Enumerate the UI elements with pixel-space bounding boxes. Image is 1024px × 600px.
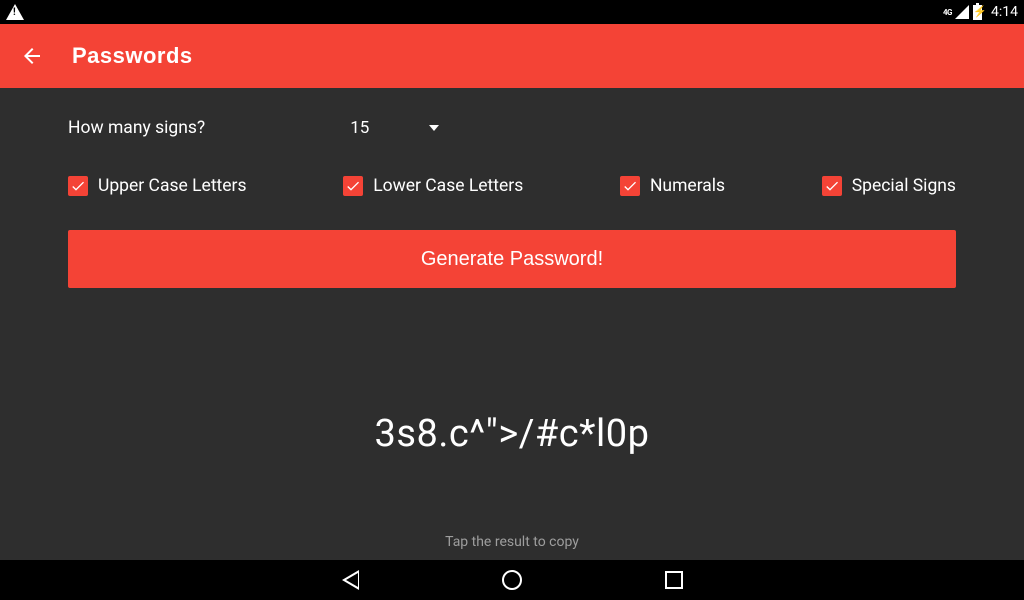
check-icon (343, 176, 363, 196)
checkbox-label: Upper Case Letters (98, 176, 247, 196)
clock: 4:14 (991, 4, 1018, 20)
checkbox-numerals[interactable]: Numerals (620, 176, 725, 196)
chevron-down-icon (429, 125, 439, 131)
nav-recent-button[interactable] (663, 569, 685, 591)
checkbox-upper[interactable]: Upper Case Letters (68, 176, 247, 196)
checkbox-special[interactable]: Special Signs (822, 176, 956, 196)
nav-back-button[interactable] (339, 569, 361, 591)
generate-button[interactable]: Generate Password! (68, 230, 956, 288)
copy-hint: Tap the result to copy (0, 534, 1024, 550)
nav-home-button[interactable] (501, 569, 523, 591)
status-bar: 4G 4:14 (0, 0, 1024, 24)
warning-icon (6, 4, 24, 20)
network-type: 4G (943, 8, 952, 17)
signs-select[interactable]: 15 (350, 118, 439, 138)
nav-bar (0, 560, 1024, 600)
content: How many signs? 15 Upper Case Letters Lo… (0, 88, 1024, 560)
signs-row: How many signs? 15 (68, 118, 956, 138)
back-button[interactable] (20, 44, 44, 68)
status-right: 4G 4:14 (943, 4, 1018, 20)
signal-icon (955, 5, 969, 19)
app-bar: Passwords (0, 24, 1024, 88)
options-row: Upper Case Letters Lower Case Letters Nu… (68, 176, 956, 196)
password-result[interactable]: 3s8.c^">/#c*l0p (68, 412, 956, 456)
check-icon (620, 176, 640, 196)
page-title: Passwords (72, 43, 193, 69)
battery-icon (973, 5, 982, 20)
status-left (6, 4, 24, 20)
signs-value: 15 (350, 118, 369, 138)
check-icon (68, 176, 88, 196)
checkbox-lower[interactable]: Lower Case Letters (343, 176, 523, 196)
signs-label: How many signs? (68, 118, 205, 138)
checkbox-label: Numerals (650, 176, 725, 196)
checkbox-label: Lower Case Letters (373, 176, 523, 196)
check-icon (822, 176, 842, 196)
checkbox-label: Special Signs (852, 176, 956, 196)
